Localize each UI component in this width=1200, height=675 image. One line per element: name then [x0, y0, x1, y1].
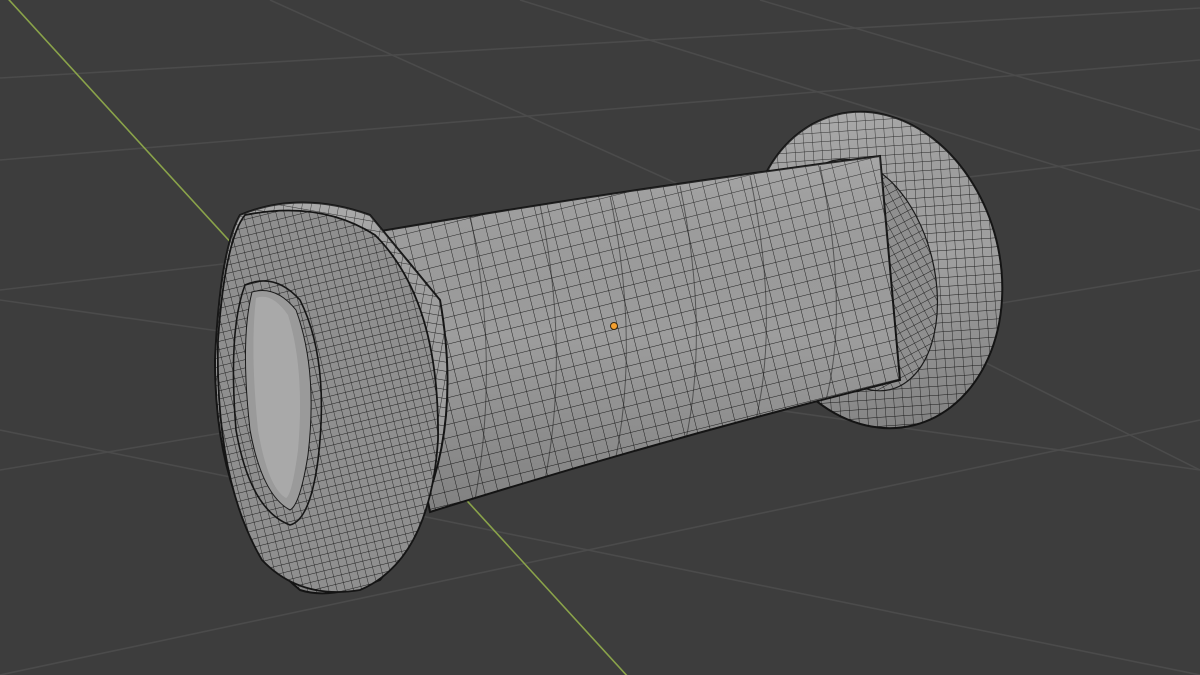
cylinder-body[interactable] [373, 154, 902, 514]
3d-viewport[interactable] [0, 0, 1200, 675]
origin-point-icon[interactable] [610, 322, 618, 330]
viewport-canvas[interactable] [0, 0, 1200, 675]
